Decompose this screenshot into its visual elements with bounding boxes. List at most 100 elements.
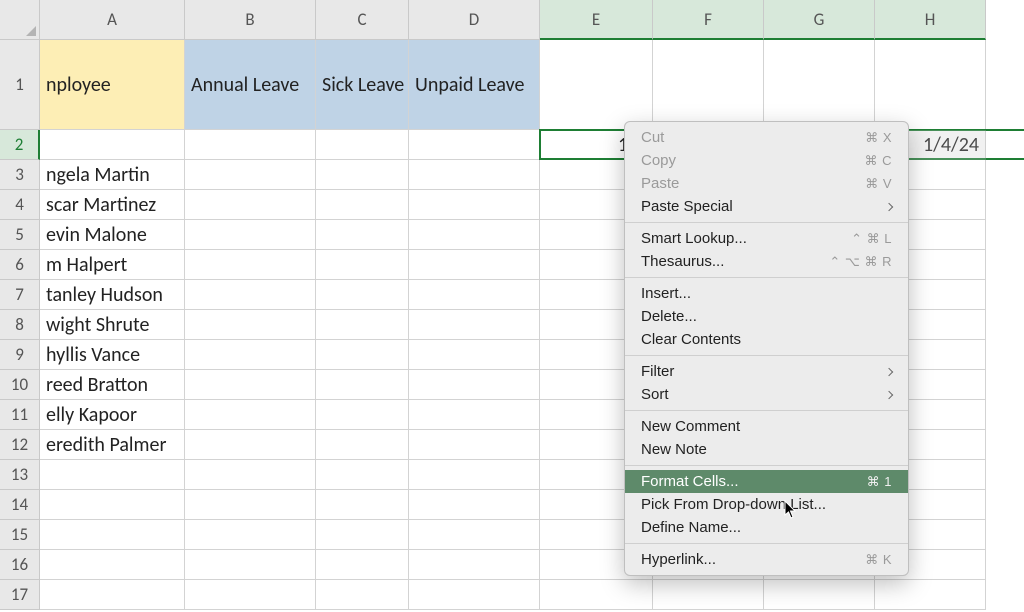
cell-C7[interactable] bbox=[316, 280, 409, 310]
cell-B3[interactable] bbox=[185, 160, 316, 190]
cell-D2[interactable] bbox=[409, 130, 540, 160]
cell-B15[interactable] bbox=[185, 520, 316, 550]
cell-A4[interactable]: scar Martinez bbox=[40, 190, 185, 220]
cell-H17[interactable] bbox=[875, 580, 986, 610]
row-header-16[interactable]: 16 bbox=[0, 550, 40, 580]
row-header-9[interactable]: 9 bbox=[0, 340, 40, 370]
cell-A13[interactable] bbox=[40, 460, 185, 490]
cell-A11[interactable]: elly Kapoor bbox=[40, 400, 185, 430]
cell-A16[interactable] bbox=[40, 550, 185, 580]
menu-item-filter[interactable]: Filter bbox=[625, 360, 908, 383]
column-header-F[interactable]: F bbox=[653, 0, 764, 40]
cell-C12[interactable] bbox=[316, 430, 409, 460]
menu-item-new-comment[interactable]: New Comment bbox=[625, 415, 908, 438]
cell-H1[interactable] bbox=[875, 40, 986, 130]
cell-B4[interactable] bbox=[185, 190, 316, 220]
row-header-12[interactable]: 12 bbox=[0, 430, 40, 460]
column-header-B[interactable]: B bbox=[185, 0, 316, 40]
cell-B16[interactable] bbox=[185, 550, 316, 580]
cell-B14[interactable] bbox=[185, 490, 316, 520]
row-header-4[interactable]: 4 bbox=[0, 190, 40, 220]
cell-B5[interactable] bbox=[185, 220, 316, 250]
cell-D7[interactable] bbox=[409, 280, 540, 310]
menu-item-smart-lookup[interactable]: Smart Lookup...⌃ ⌘ L bbox=[625, 227, 908, 250]
cell-C1[interactable]: Sick Leave bbox=[316, 40, 409, 130]
cell-E1[interactable] bbox=[540, 40, 653, 130]
row-header-17[interactable]: 17 bbox=[0, 580, 40, 610]
cell-D8[interactable] bbox=[409, 310, 540, 340]
cell-C10[interactable] bbox=[316, 370, 409, 400]
cell-D6[interactable] bbox=[409, 250, 540, 280]
cell-B17[interactable] bbox=[185, 580, 316, 610]
cell-B1[interactable]: Annual Leave bbox=[185, 40, 316, 130]
cell-D5[interactable] bbox=[409, 220, 540, 250]
cell-D10[interactable] bbox=[409, 370, 540, 400]
cell-D13[interactable] bbox=[409, 460, 540, 490]
cell-A9[interactable]: hyllis Vance bbox=[40, 340, 185, 370]
row-header-5[interactable]: 5 bbox=[0, 220, 40, 250]
cell-D1[interactable]: Unpaid Leave bbox=[409, 40, 540, 130]
menu-item-delete[interactable]: Delete... bbox=[625, 305, 908, 328]
menu-item-hyperlink[interactable]: Hyperlink...⌘ K bbox=[625, 548, 908, 571]
menu-item-insert[interactable]: Insert... bbox=[625, 282, 908, 305]
cell-B13[interactable] bbox=[185, 460, 316, 490]
cell-C13[interactable] bbox=[316, 460, 409, 490]
cell-D17[interactable] bbox=[409, 580, 540, 610]
column-header-D[interactable]: D bbox=[409, 0, 540, 40]
cell-G17[interactable] bbox=[764, 580, 875, 610]
cell-A2[interactable] bbox=[40, 130, 185, 160]
cell-B9[interactable] bbox=[185, 340, 316, 370]
cell-B11[interactable] bbox=[185, 400, 316, 430]
cell-A10[interactable]: reed Bratton bbox=[40, 370, 185, 400]
cell-D12[interactable] bbox=[409, 430, 540, 460]
cell-C17[interactable] bbox=[316, 580, 409, 610]
cell-A1[interactable]: nployee bbox=[40, 40, 185, 130]
row-header-10[interactable]: 10 bbox=[0, 370, 40, 400]
cell-D16[interactable] bbox=[409, 550, 540, 580]
cell-A12[interactable]: eredith Palmer bbox=[40, 430, 185, 460]
cell-C9[interactable] bbox=[316, 340, 409, 370]
cell-B2[interactable] bbox=[185, 130, 316, 160]
cell-E17[interactable] bbox=[540, 580, 653, 610]
cell-C6[interactable] bbox=[316, 250, 409, 280]
cell-D9[interactable] bbox=[409, 340, 540, 370]
cell-C11[interactable] bbox=[316, 400, 409, 430]
cell-F1[interactable] bbox=[653, 40, 764, 130]
cell-D3[interactable] bbox=[409, 160, 540, 190]
cell-C16[interactable] bbox=[316, 550, 409, 580]
cell-C2[interactable] bbox=[316, 130, 409, 160]
column-header-C[interactable]: C bbox=[316, 0, 409, 40]
cell-C5[interactable] bbox=[316, 220, 409, 250]
row-header-11[interactable]: 11 bbox=[0, 400, 40, 430]
cell-A15[interactable] bbox=[40, 520, 185, 550]
cell-D4[interactable] bbox=[409, 190, 540, 220]
menu-item-paste-special[interactable]: Paste Special bbox=[625, 195, 908, 218]
menu-item-define-name[interactable]: Define Name... bbox=[625, 516, 908, 539]
cell-C15[interactable] bbox=[316, 520, 409, 550]
menu-item-pick-from-drop-down-list[interactable]: Pick From Drop-down List... bbox=[625, 493, 908, 516]
cell-B6[interactable] bbox=[185, 250, 316, 280]
cell-D15[interactable] bbox=[409, 520, 540, 550]
cell-A5[interactable]: evin Malone bbox=[40, 220, 185, 250]
cell-B12[interactable] bbox=[185, 430, 316, 460]
cell-A14[interactable] bbox=[40, 490, 185, 520]
cell-B7[interactable] bbox=[185, 280, 316, 310]
cell-C4[interactable] bbox=[316, 190, 409, 220]
cell-F17[interactable] bbox=[653, 580, 764, 610]
cell-G1[interactable] bbox=[764, 40, 875, 130]
cell-A8[interactable]: wight Shrute bbox=[40, 310, 185, 340]
column-header-A[interactable]: A bbox=[40, 0, 185, 40]
row-header-3[interactable]: 3 bbox=[0, 160, 40, 190]
cell-C8[interactable] bbox=[316, 310, 409, 340]
cell-B10[interactable] bbox=[185, 370, 316, 400]
menu-item-thesaurus[interactable]: Thesaurus...⌃ ⌥ ⌘ R bbox=[625, 250, 908, 273]
menu-item-format-cells[interactable]: Format Cells...⌘ 1 bbox=[625, 470, 908, 493]
cell-A7[interactable]: tanley Hudson bbox=[40, 280, 185, 310]
row-header-2[interactable]: 2 bbox=[0, 130, 40, 160]
menu-item-sort[interactable]: Sort bbox=[625, 383, 908, 406]
column-header-G[interactable]: G bbox=[764, 0, 875, 40]
cell-A17[interactable] bbox=[40, 580, 185, 610]
column-header-E[interactable]: E bbox=[540, 0, 653, 40]
cell-B8[interactable] bbox=[185, 310, 316, 340]
row-header-1[interactable]: 1 bbox=[0, 40, 40, 130]
